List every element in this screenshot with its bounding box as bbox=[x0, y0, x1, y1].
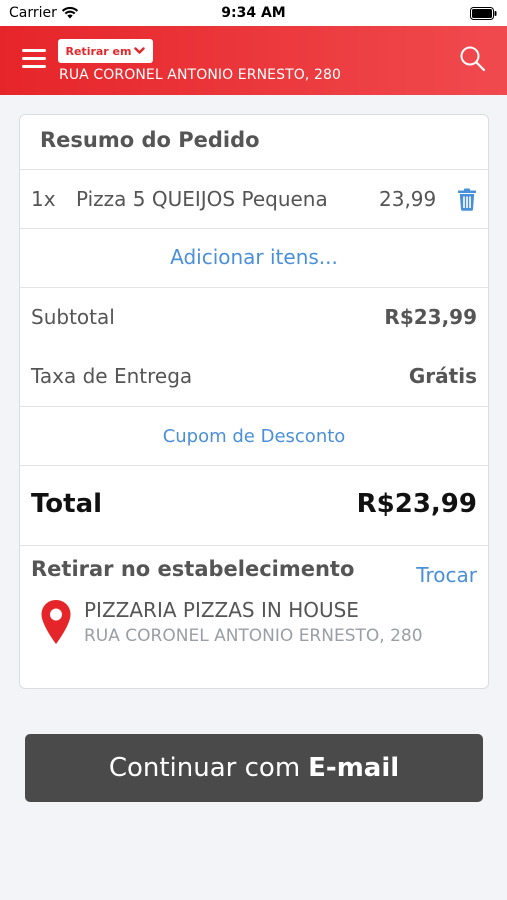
discount-coupon-link[interactable]: Cupom de Desconto bbox=[20, 426, 488, 447]
chevron-down-icon bbox=[134, 47, 146, 54]
battery-icon bbox=[470, 7, 497, 20]
location-pin-icon bbox=[41, 600, 71, 644]
item-name: Pizza 5 QUEIJOS Pequena bbox=[76, 187, 328, 211]
menu-icon[interactable] bbox=[22, 49, 46, 69]
item-quantity: 1x bbox=[31, 187, 56, 211]
cta-bold: E-mail bbox=[308, 753, 400, 783]
cta-prefix: Continuar com bbox=[108, 753, 301, 783]
divider bbox=[20, 545, 488, 546]
store-address: RUA CORONEL ANTONIO ERNESTO, 280 bbox=[84, 626, 423, 646]
summary-title: Resumo do Pedido bbox=[40, 128, 260, 152]
pickup-mode-selector[interactable]: Retirar em bbox=[58, 39, 153, 63]
total-label: Total bbox=[31, 489, 103, 519]
divider bbox=[20, 169, 488, 170]
subtotal-value: R$23,99 bbox=[384, 305, 477, 329]
clock: 9:34 AM bbox=[221, 5, 286, 21]
order-summary-card: Resumo do Pedido 1x Pizza 5 QUEIJOS Pequ… bbox=[19, 114, 489, 689]
header-address[interactable]: RUA CORONEL ANTONIO ERNESTO, 280 bbox=[59, 67, 341, 83]
change-store-link[interactable]: Trocar bbox=[416, 563, 477, 587]
subtotal-label: Subtotal bbox=[31, 305, 115, 329]
search-icon[interactable] bbox=[459, 45, 486, 72]
status-bar: Carrier 9:34 AM bbox=[0, 0, 507, 26]
trash-icon[interactable] bbox=[457, 188, 477, 211]
divider bbox=[20, 406, 488, 407]
pickup-mode-label: Retirar em bbox=[65, 44, 132, 58]
app-header: Retirar em RUA CORONEL ANTONIO ERNESTO, … bbox=[0, 26, 507, 95]
total-value: R$23,99 bbox=[356, 489, 477, 519]
divider bbox=[20, 228, 488, 229]
delivery-fee-value: Grátis bbox=[408, 364, 477, 388]
continue-with-email-button[interactable]: Continuar com E-mail bbox=[25, 734, 483, 802]
add-items-link[interactable]: Adicionar itens... bbox=[20, 245, 488, 269]
divider bbox=[20, 287, 488, 288]
divider bbox=[20, 465, 488, 466]
store-name: PIZZARIA PIZZAS IN HOUSE bbox=[84, 598, 359, 622]
delivery-fee-label: Taxa de Entrega bbox=[31, 364, 193, 388]
item-price: 23,99 bbox=[379, 187, 437, 211]
pickup-section-title: Retirar no estabelecimento bbox=[31, 557, 355, 581]
